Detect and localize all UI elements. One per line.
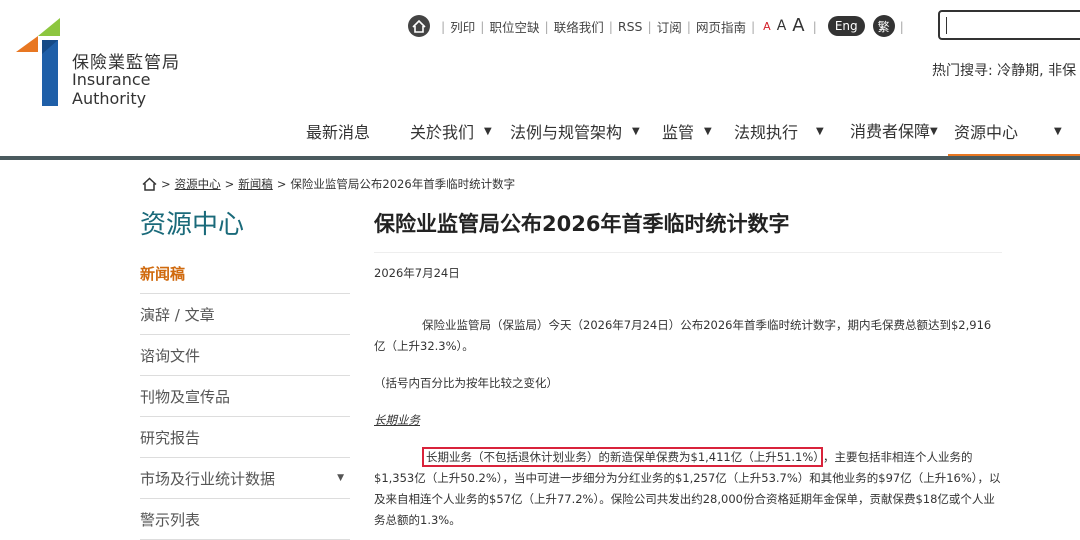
chevron-down-icon: ▼ — [704, 125, 712, 137]
chevron-down-icon: ▼ — [337, 473, 344, 483]
subscribe-link[interactable]: 订阅 — [657, 17, 682, 36]
section-heading-long-term: 长期业务 — [374, 413, 420, 427]
breadcrumb-resource-centre[interactable]: 资源中心 — [175, 176, 221, 192]
article: 保险业监管局公布2026年首季临时统计数字 2026年7月24日 保险业监管局（… — [374, 196, 1002, 531]
highlighted-text: 长期业务（不包括退休计划业务）的新造保单保费为$1,411亿（上升51.1%） — [422, 447, 824, 467]
home-icon[interactable] — [408, 15, 430, 37]
sidebar-item-label: 谘询文件 — [140, 346, 201, 365]
sidebar: 资源中心 新闻稿 演辞 / 文章 谘询文件 刊物及宣传品 研究报告 市场及行业统… — [140, 196, 350, 540]
nav-supervision[interactable]: 监管 ▼ — [656, 104, 728, 158]
rss-link[interactable]: RSS — [618, 19, 643, 34]
breadcrumb-press-releases[interactable]: 新闻稿 — [238, 176, 273, 192]
breadcrumb: > 资源中心 > 新闻稿 > 保险业监管局公布2026年首季临时统计数字 — [142, 176, 515, 192]
nav-label: 最新消息 — [306, 123, 371, 142]
nav-label: 消费者保障 — [850, 121, 931, 141]
sidebar-item-statistics[interactable]: 市场及行业统计数据 ▼ — [140, 458, 350, 499]
sidebar-item-label: 刊物及宣传品 — [140, 387, 231, 406]
ia-logo-mark — [16, 18, 60, 106]
chevron-down-icon: ▼ — [930, 125, 938, 137]
header-divider — [0, 156, 1080, 160]
nav-label: 法例与规管架构 — [510, 123, 623, 142]
nav-label: 资源中心 — [954, 123, 1019, 142]
sidebar-item-label: 警示列表 — [140, 510, 201, 529]
sidebar-item-speeches[interactable]: 演辞 / 文章 — [140, 294, 350, 335]
font-size-medium-button[interactable]: A — [777, 19, 787, 33]
sidebar-item-research[interactable]: 研究报告 — [140, 417, 350, 458]
chevron-down-icon: ▼ — [1054, 125, 1062, 137]
title-divider — [374, 252, 1002, 253]
logo-english-name: Insurance Authority — [72, 70, 151, 108]
web-guide-link[interactable]: 网页指南 — [696, 17, 746, 36]
sidebar-item-label: 演辞 / 文章 — [140, 305, 215, 324]
page-title: 保险业监管局公布2026年首季临时统计数字 — [374, 212, 790, 236]
nav-label: 监管 — [662, 123, 695, 142]
nav-enforcement[interactable]: 法规执行 ▼ — [728, 104, 844, 158]
contact-link[interactable]: 联络我们 — [554, 17, 604, 36]
article-note: （括号内百分比为按年比较之变化） — [374, 376, 558, 390]
font-size-large-button[interactable]: A — [792, 17, 804, 35]
sidebar-item-label: 市场及行业统计数据 — [140, 469, 276, 488]
chevron-down-icon: ▼ — [816, 125, 824, 137]
article-paragraph: 保险业监管局（保监局）今天（2026年7月24日）公布2026年首季临时统计数字… — [374, 318, 992, 353]
sidebar-item-alerts[interactable]: 警示列表 — [140, 499, 350, 540]
nav-resource-centre[interactable]: 资源中心 ▼ — [948, 104, 1080, 158]
nav-legislation[interactable]: 法例与规管架构 ▼ — [504, 104, 656, 158]
utility-bar: | 列印 | 职位空缺 | 联络我们 | RSS | 订阅 | 网页指南 | A… — [408, 12, 909, 40]
article-paragraph: 长期业务（不包括退休计划业务）的新造保单保费为$1,411亿（上升51.1%），… — [374, 447, 1002, 531]
print-link[interactable]: 列印 — [450, 17, 475, 36]
nav-label: 关於我们 — [410, 123, 475, 142]
sidebar-item-label: 新闻稿 — [140, 264, 186, 283]
main-nav: 最新消息 关於我们 ▼ 法例与规管架构 ▼ 监管 ▼ 法规执行 ▼ 消费者保障 ▼ 资源中… — [300, 104, 1080, 158]
chevron-down-icon: ▼ — [632, 125, 640, 137]
ia-logo[interactable]: 保險業監管局 Insurance Authority — [16, 14, 226, 110]
search-input[interactable] — [938, 10, 1080, 40]
nav-consumer-protection[interactable]: 消费者保障 ▼ — [844, 104, 948, 158]
breadcrumb-current: 保险业监管局公布2026年首季临时统计数字 — [290, 177, 516, 191]
hot-search-text: 热门搜寻: 冷静期, 非保 — [932, 63, 1077, 79]
english-language-button[interactable]: Eng — [827, 16, 865, 36]
chevron-down-icon: ▼ — [484, 125, 492, 137]
nav-about-us[interactable]: 关於我们 ▼ — [404, 104, 504, 158]
font-size-small-button[interactable]: A — [763, 21, 771, 32]
nav-label: 法规执行 — [734, 123, 799, 142]
nav-latest-news[interactable]: 最新消息 — [300, 104, 384, 158]
sidebar-item-consultation[interactable]: 谘询文件 — [140, 335, 350, 376]
sidebar-title: 资源中心 — [140, 210, 245, 240]
traditional-chinese-button[interactable]: 繁 — [872, 15, 895, 37]
article-date: 2026年7月24日 — [374, 266, 460, 280]
careers-link[interactable]: 职位空缺 — [489, 17, 539, 36]
home-icon[interactable] — [142, 177, 157, 191]
sidebar-item-label: 研究报告 — [140, 428, 201, 447]
sidebar-item-publications[interactable]: 刊物及宣传品 — [140, 376, 350, 417]
sidebar-item-press-releases[interactable]: 新闻稿 — [140, 253, 350, 294]
